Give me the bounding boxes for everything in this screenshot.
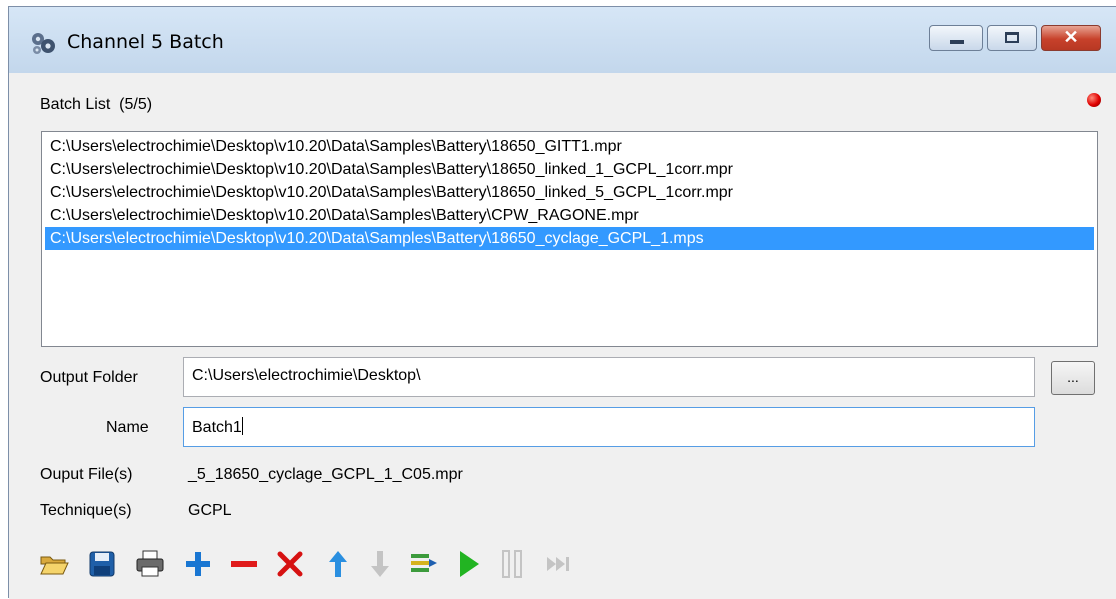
batch-list-item[interactable]: C:\Users\electrochimie\Desktop\v10.20\Da…: [45, 135, 1094, 158]
batch-list-item[interactable]: C:\Users\electrochimie\Desktop\v10.20\Da…: [45, 204, 1094, 227]
maximize-button[interactable]: [987, 25, 1037, 51]
batch-list-header: Batch List (5/5): [40, 96, 152, 114]
output-files-value: _5_18650_cyclage_GCPL_1_C05.mpr: [188, 466, 463, 483]
close-icon: ✕: [1063, 27, 1079, 47]
status-indicator-icon: [1087, 93, 1101, 107]
batch-window: Channel 5 Batch ✕ Batch List (5/5) C:\Us…: [8, 6, 1116, 599]
browse-folder-button[interactable]: ...: [1051, 361, 1095, 395]
maximize-icon: [1005, 32, 1019, 43]
title-bar[interactable]: Channel 5 Batch ✕: [9, 7, 1116, 73]
name-input[interactable]: Batch1: [183, 407, 1035, 447]
batch-list-count: (5/5): [119, 96, 153, 113]
batch-list-item[interactable]: C:\Users\electrochimie\Desktop\v10.20\Da…: [45, 181, 1094, 204]
batch-panel: Batch List (5/5) C:\Users\electrochimie\…: [9, 73, 1116, 599]
batch-list[interactable]: C:\Users\electrochimie\Desktop\v10.20\Da…: [41, 131, 1098, 347]
run-play-icon[interactable]: [451, 547, 485, 581]
name-input-value: Batch1: [192, 419, 242, 436]
technique-value: GCPL: [188, 502, 232, 519]
window-title: Channel 5 Batch: [67, 31, 224, 53]
move-up-arrow-icon[interactable]: [321, 547, 355, 581]
add-plus-icon[interactable]: [181, 547, 215, 581]
save-disk-icon[interactable]: [85, 547, 119, 581]
output-files-label: Ouput File(s): [40, 466, 133, 483]
minimize-button[interactable]: [929, 25, 983, 51]
pause-icon[interactable]: [495, 547, 529, 581]
move-down-arrow-icon[interactable]: [363, 547, 397, 581]
app-gear-icon: [32, 33, 55, 54]
output-folder-label: Output Folder: [40, 369, 138, 386]
batch-list-item-selected[interactable]: C:\Users\electrochimie\Desktop\v10.20\Da…: [45, 227, 1094, 250]
batch-list-item[interactable]: C:\Users\electrochimie\Desktop\v10.20\Da…: [45, 158, 1094, 181]
print-icon[interactable]: [133, 547, 167, 581]
close-button[interactable]: ✕: [1041, 25, 1101, 51]
skip-next-icon[interactable]: [541, 547, 575, 581]
open-folder-icon[interactable]: [37, 547, 71, 581]
minimize-icon: [950, 40, 964, 44]
text-caret: [241, 417, 243, 435]
remove-minus-icon[interactable]: [227, 547, 261, 581]
technique-label: Technique(s): [40, 502, 132, 519]
output-folder-input[interactable]: C:\Users\electrochimie\Desktop\: [183, 357, 1035, 397]
name-label: Name: [106, 419, 149, 436]
batch-list-label: Batch List: [40, 96, 111, 113]
insert-list-icon[interactable]: [407, 547, 441, 581]
delete-x-icon[interactable]: [273, 547, 307, 581]
toolbar: [37, 547, 657, 581]
